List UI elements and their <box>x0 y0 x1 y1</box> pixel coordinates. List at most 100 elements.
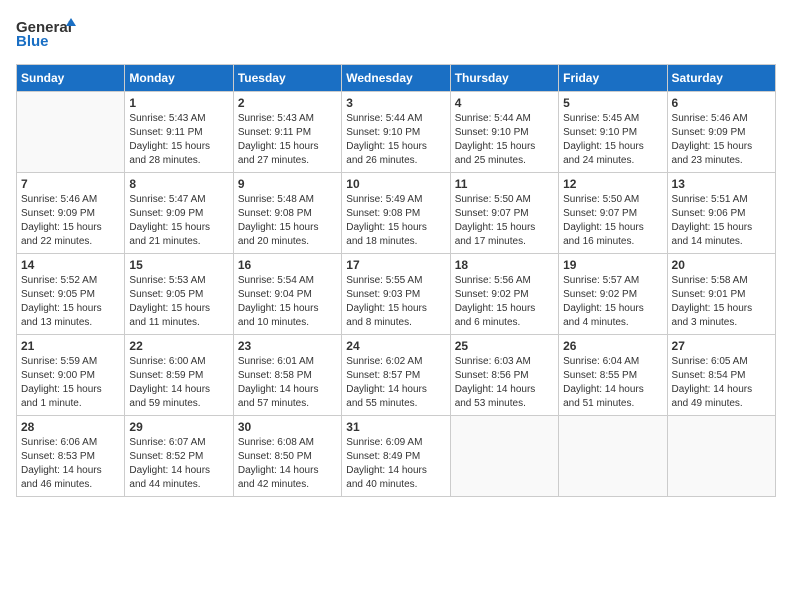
weekday-header-sunday: Sunday <box>17 65 125 92</box>
calendar-cell: 3 Sunrise: 5:44 AM Sunset: 9:10 PM Daylig… <box>342 92 450 173</box>
day-info: Sunrise: 6:01 AM Sunset: 8:58 PM Dayligh… <box>238 355 337 411</box>
day-number: 16 <box>238 258 337 272</box>
day-info: Sunrise: 5:48 AM Sunset: 9:08 PM Dayligh… <box>238 193 337 249</box>
day-info: Sunrise: 5:44 AM Sunset: 9:10 PM Dayligh… <box>346 112 445 168</box>
day-info: Sunrise: 6:08 AM Sunset: 8:50 PM Dayligh… <box>238 436 337 492</box>
logo-svg: General Blue <box>16 16 76 52</box>
calendar-week-4: 21 Sunrise: 5:59 AM Sunset: 9:00 PM Dayli… <box>17 335 776 416</box>
calendar-cell <box>667 416 775 497</box>
weekday-header-tuesday: Tuesday <box>233 65 341 92</box>
day-info: Sunrise: 6:03 AM Sunset: 8:56 PM Dayligh… <box>455 355 554 411</box>
day-info: Sunrise: 5:54 AM Sunset: 9:04 PM Dayligh… <box>238 274 337 330</box>
weekday-header-thursday: Thursday <box>450 65 558 92</box>
day-number: 12 <box>563 177 662 191</box>
day-number: 29 <box>129 420 228 434</box>
day-info: Sunrise: 5:44 AM Sunset: 9:10 PM Dayligh… <box>455 112 554 168</box>
calendar-cell: 17 Sunrise: 5:55 AM Sunset: 9:03 PM Dayli… <box>342 254 450 335</box>
day-info: Sunrise: 5:50 AM Sunset: 9:07 PM Dayligh… <box>455 193 554 249</box>
day-number: 9 <box>238 177 337 191</box>
svg-text:Blue: Blue <box>16 33 49 50</box>
day-number: 8 <box>129 177 228 191</box>
calendar-cell: 15Sunrise: 5:53 AM Sunset: 9:05 PM Dayli… <box>125 254 233 335</box>
logo: General Blue <box>16 16 76 52</box>
day-info: Sunrise: 5:45 AM Sunset: 9:10 PM Dayligh… <box>563 112 662 168</box>
day-number: 27 <box>672 339 771 353</box>
calendar-cell: 16 Sunrise: 5:54 AM Sunset: 9:04 PM Dayli… <box>233 254 341 335</box>
day-number: 18 <box>455 258 554 272</box>
day-number: 5 <box>563 96 662 110</box>
calendar-cell: 8 Sunrise: 5:47 AM Sunset: 9:09 PM Daylig… <box>125 173 233 254</box>
day-number: 7 <box>21 177 120 191</box>
day-info: Sunrise: 6:06 AM Sunset: 8:53 PM Dayligh… <box>21 436 120 492</box>
day-number: 25 <box>455 339 554 353</box>
calendar-cell: 10 Sunrise: 5:49 AM Sunset: 9:08 PM Dayli… <box>342 173 450 254</box>
calendar-cell <box>17 92 125 173</box>
day-info: Sunrise: 6:00 AM Sunset: 8:59 PM Dayligh… <box>129 355 228 411</box>
calendar-cell: 25 Sunrise: 6:03 AM Sunset: 8:56 PM Dayli… <box>450 335 558 416</box>
calendar-cell: 11 Sunrise: 5:50 AM Sunset: 9:07 PM Dayli… <box>450 173 558 254</box>
calendar-cell: 18 Sunrise: 5:56 AM Sunset: 9:02 PM Dayli… <box>450 254 558 335</box>
day-info: Sunrise: 5:43 AM Sunset: 9:11 PM Dayligh… <box>238 112 337 168</box>
calendar-cell: 22 Sunrise: 6:00 AM Sunset: 8:59 PM Dayli… <box>125 335 233 416</box>
day-info: Sunrise: 6:09 AM Sunset: 8:49 PM Dayligh… <box>346 436 445 492</box>
weekday-header-saturday: Saturday <box>667 65 775 92</box>
day-info: Sunrise: 5:49 AM Sunset: 9:08 PM Dayligh… <box>346 193 445 249</box>
calendar-cell: 6 Sunrise: 5:46 AM Sunset: 9:09 PM Daylig… <box>667 92 775 173</box>
calendar-cell: 5 Sunrise: 5:45 AM Sunset: 9:10 PM Daylig… <box>559 92 667 173</box>
calendar-table: SundayMondayTuesdayWednesdayThursdayFrid… <box>16 64 776 497</box>
day-number: 11 <box>455 177 554 191</box>
day-info: Sunrise: 5:52 AM Sunset: 9:05 PM Dayligh… <box>21 274 120 330</box>
day-info: Sunrise: 5:43 AM Sunset: 9:11 PM Dayligh… <box>129 112 228 168</box>
calendar-cell: 9 Sunrise: 5:48 AM Sunset: 9:08 PM Daylig… <box>233 173 341 254</box>
calendar-cell: 21 Sunrise: 5:59 AM Sunset: 9:00 PM Dayli… <box>17 335 125 416</box>
day-info: Sunrise: 5:57 AM Sunset: 9:02 PM Dayligh… <box>563 274 662 330</box>
day-info: Sunrise: 5:46 AM Sunset: 9:09 PM Dayligh… <box>21 193 120 249</box>
day-info: Sunrise: 6:05 AM Sunset: 8:54 PM Dayligh… <box>672 355 771 411</box>
day-info: Sunrise: 5:50 AM Sunset: 9:07 PM Dayligh… <box>563 193 662 249</box>
calendar-cell: 14 Sunrise: 5:52 AM Sunset: 9:05 PM Dayli… <box>17 254 125 335</box>
day-number: 23 <box>238 339 337 353</box>
calendar-week-2: 7 Sunrise: 5:46 AM Sunset: 9:09 PM Daylig… <box>17 173 776 254</box>
calendar-cell: 28 Sunrise: 6:06 AM Sunset: 8:53 PM Dayli… <box>17 416 125 497</box>
calendar-cell: 20 Sunrise: 5:58 AM Sunset: 9:01 PM Dayli… <box>667 254 775 335</box>
day-info: Sunrise: 6:07 AM Sunset: 8:52 PM Dayligh… <box>129 436 228 492</box>
day-info: Sunrise: 5:51 AM Sunset: 9:06 PM Dayligh… <box>672 193 771 249</box>
day-number: 28 <box>21 420 120 434</box>
day-info: Sunrise: 5:47 AM Sunset: 9:09 PM Dayligh… <box>129 193 228 249</box>
weekday-header-friday: Friday <box>559 65 667 92</box>
day-number: 4 <box>455 96 554 110</box>
calendar-cell: 30 Sunrise: 6:08 AM Sunset: 8:50 PM Dayli… <box>233 416 341 497</box>
day-info: Sunrise: 5:58 AM Sunset: 9:01 PM Dayligh… <box>672 274 771 330</box>
calendar-cell: 19 Sunrise: 5:57 AM Sunset: 9:02 PM Dayli… <box>559 254 667 335</box>
page-header: General Blue <box>16 16 776 52</box>
day-number: 21 <box>21 339 120 353</box>
day-number: 19 <box>563 258 662 272</box>
day-number: 26 <box>563 339 662 353</box>
calendar-week-3: 14 Sunrise: 5:52 AM Sunset: 9:05 PM Dayli… <box>17 254 776 335</box>
day-number: 17 <box>346 258 445 272</box>
day-number: 31 <box>346 420 445 434</box>
day-number: 22 <box>129 339 228 353</box>
calendar-cell: 23 Sunrise: 6:01 AM Sunset: 8:58 PM Dayli… <box>233 335 341 416</box>
calendar-cell: 24Sunrise: 6:02 AM Sunset: 8:57 PM Dayli… <box>342 335 450 416</box>
calendar-cell <box>559 416 667 497</box>
day-number: 15 <box>129 258 228 272</box>
day-info: Sunrise: 5:56 AM Sunset: 9:02 PM Dayligh… <box>455 274 554 330</box>
day-info: Sunrise: 6:04 AM Sunset: 8:55 PM Dayligh… <box>563 355 662 411</box>
calendar-cell: 4 Sunrise: 5:44 AM Sunset: 9:10 PM Daylig… <box>450 92 558 173</box>
day-number: 1 <box>129 96 228 110</box>
day-info: Sunrise: 5:59 AM Sunset: 9:00 PM Dayligh… <box>21 355 120 411</box>
day-info: Sunrise: 5:55 AM Sunset: 9:03 PM Dayligh… <box>346 274 445 330</box>
day-number: 24 <box>346 339 445 353</box>
calendar-cell: 27 Sunrise: 6:05 AM Sunset: 8:54 PM Dayli… <box>667 335 775 416</box>
day-number: 6 <box>672 96 771 110</box>
day-info: Sunrise: 5:46 AM Sunset: 9:09 PM Dayligh… <box>672 112 771 168</box>
calendar-cell: 26 Sunrise: 6:04 AM Sunset: 8:55 PM Dayli… <box>559 335 667 416</box>
day-number: 30 <box>238 420 337 434</box>
day-number: 10 <box>346 177 445 191</box>
weekday-header-wednesday: Wednesday <box>342 65 450 92</box>
day-number: 20 <box>672 258 771 272</box>
calendar-week-5: 28 Sunrise: 6:06 AM Sunset: 8:53 PM Dayli… <box>17 416 776 497</box>
day-number: 3 <box>346 96 445 110</box>
day-number: 14 <box>21 258 120 272</box>
